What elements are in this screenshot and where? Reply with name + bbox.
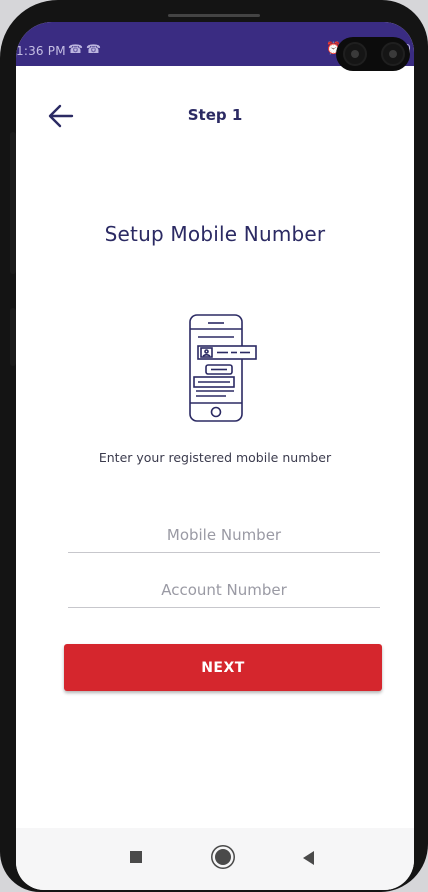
account-number-input[interactable] — [68, 573, 380, 607]
earpiece-slit — [168, 14, 260, 17]
status-time: 1:36 PM — [16, 44, 66, 58]
account-number-field — [68, 573, 380, 608]
home-icon[interactable] — [215, 849, 231, 865]
camera-lens-icon — [343, 42, 367, 66]
mobile-number-input[interactable] — [68, 518, 380, 552]
recents-icon[interactable] — [130, 851, 142, 863]
instruction-text: Enter your registered mobile number — [98, 450, 332, 465]
app-screen: 1:36 PM ☎ ☎ ⏰ Step 1 Setup Mobile Number — [16, 22, 414, 890]
step-title: Step 1 — [187, 106, 243, 124]
next-button[interactable]: NEXT — [64, 644, 382, 691]
phone-id-card-icon — [184, 313, 262, 425]
mobile-number-field — [68, 518, 380, 553]
top-app-bar: Step 1 — [16, 66, 414, 166]
phone-frame: 1:36 PM ☎ ☎ ⏰ Step 1 Setup Mobile Number — [0, 0, 428, 892]
page-title: Setup Mobile Number — [104, 222, 326, 246]
system-nav-bar — [16, 828, 414, 890]
missed-call-icon: ☎ — [68, 42, 83, 56]
back-icon[interactable] — [303, 851, 314, 865]
front-camera — [336, 37, 410, 71]
camera-lens-icon — [381, 42, 405, 66]
missed-call-icon: ☎ — [86, 42, 101, 56]
